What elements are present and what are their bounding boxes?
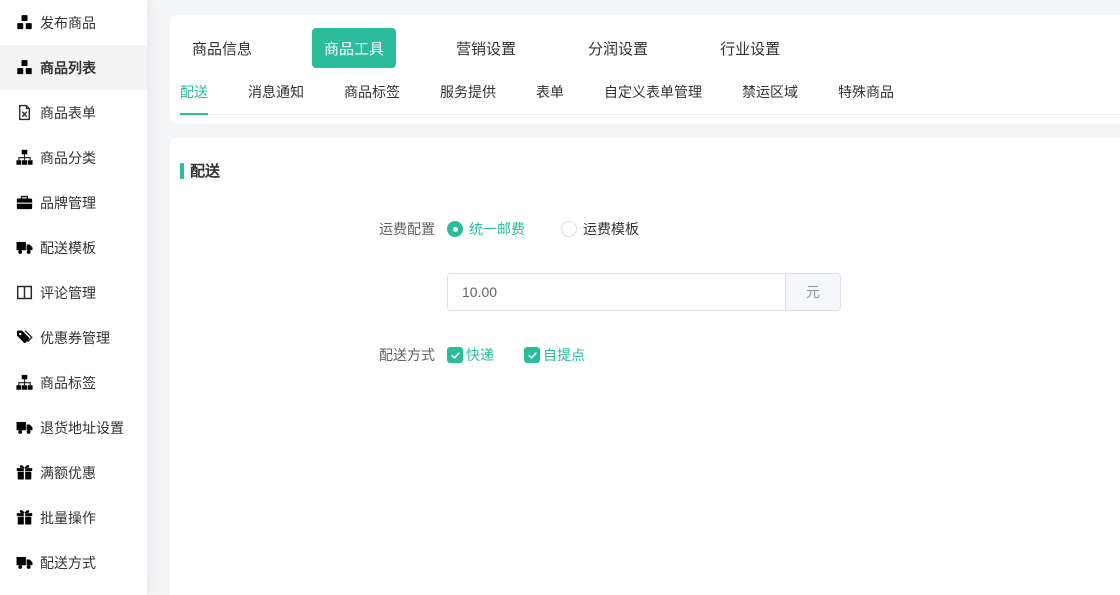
section-title: 配送 <box>180 160 1110 181</box>
tab-marketing-settings[interactable]: 营销设置 <box>444 28 528 68</box>
freight-config-label: 运费配置 <box>180 219 447 239</box>
sidebar-item-label: 评论管理 <box>40 283 96 303</box>
main-area: 商品信息 商品工具 营销设置 分润设置 行业设置 配送 消息通知 商品标签 服务… <box>148 0 1120 595</box>
subtab-special-goods[interactable]: 特殊商品 <box>838 76 894 115</box>
radio-freight-template[interactable]: 运费模板 <box>561 219 639 239</box>
sidebar-item-goods-form[interactable]: 商品表单 <box>0 90 147 135</box>
subtab-form[interactable]: 表单 <box>536 76 564 115</box>
freight-config-row: 运费配置 统一邮费 运费模板 <box>180 219 1110 239</box>
cubes-icon <box>16 14 33 31</box>
radio-label: 统一邮费 <box>469 219 525 239</box>
checkbox-express[interactable]: 快递 <box>447 345 494 365</box>
postage-input-group: 元 <box>447 273 841 311</box>
delivery-form: 运费配置 统一邮费 运费模板 元 <box>180 219 1110 365</box>
gift-icon <box>16 464 33 481</box>
sidebar: 发布商品 商品列表 商品表单 商品分类 品牌管理 配送模板 评论管理 优惠券管 <box>0 0 148 595</box>
sidebar-item-label: 满额优惠 <box>40 463 96 483</box>
sidebar-item-publish-goods[interactable]: 发布商品 <box>0 0 147 45</box>
truck-icon <box>16 554 33 571</box>
freight-config-options: 统一邮费 运费模板 <box>447 219 639 239</box>
tab-goods-info[interactable]: 商品信息 <box>180 28 264 68</box>
sidebar-item-label: 商品标签 <box>40 373 96 393</box>
truck-icon <box>16 419 33 436</box>
sidebar-item-label: 退货地址设置 <box>40 418 124 438</box>
subtab-custom-form-management[interactable]: 自定义表单管理 <box>604 76 702 115</box>
subtab-delivery[interactable]: 配送 <box>180 76 208 115</box>
radio-circle-icon <box>561 221 577 237</box>
checkmark-icon <box>447 347 463 363</box>
sidebar-item-label: 商品列表 <box>40 58 96 78</box>
content-panel: 配送 运费配置 统一邮费 运费模板 <box>170 138 1120 595</box>
sidebar-item-delivery-template[interactable]: 配送模板 <box>0 225 147 270</box>
postage-row: 元 <box>180 273 1110 311</box>
radio-label: 运费模板 <box>583 219 639 239</box>
sidebar-item-label: 优惠券管理 <box>40 328 110 348</box>
sidebar-item-label: 配送模板 <box>40 238 96 258</box>
subtab-message-notify[interactable]: 消息通知 <box>248 76 304 115</box>
sidebar-item-label: 发布商品 <box>40 13 96 33</box>
tab-profit-settings[interactable]: 分润设置 <box>576 28 660 68</box>
truck-icon <box>16 239 33 256</box>
radio-uniform-postage[interactable]: 统一邮费 <box>447 219 525 239</box>
checkbox-label: 快递 <box>466 345 494 365</box>
sidebar-item-comment-management[interactable]: 评论管理 <box>0 270 147 315</box>
sidebar-item-delivery-method[interactable]: 配送方式 <box>0 540 147 585</box>
cubes-icon <box>16 59 33 76</box>
sidebar-item-label: 配送方式 <box>40 553 96 573</box>
sidebar-item-label: 批量操作 <box>40 508 96 528</box>
sidebar-menu: 发布商品 商品列表 商品表单 商品分类 品牌管理 配送模板 评论管理 优惠券管 <box>0 0 147 585</box>
delivery-method-label: 配送方式 <box>180 345 447 365</box>
briefcase-icon <box>16 194 33 211</box>
sidebar-item-batch-operation[interactable]: 批量操作 <box>0 495 147 540</box>
delivery-method-options: 快递 自提点 <box>447 345 585 365</box>
delivery-method-row: 配送方式 快递 自提点 <box>180 345 1110 365</box>
postage-input[interactable] <box>448 274 785 310</box>
subtab-service-provide[interactable]: 服务提供 <box>440 76 496 115</box>
tab-goods-tools[interactable]: 商品工具 <box>312 28 396 68</box>
gift-icon <box>16 509 33 526</box>
sidebar-item-coupon-management[interactable]: 优惠券管理 <box>0 315 147 360</box>
tags-icon <box>16 329 33 346</box>
sidebar-item-label: 商品分类 <box>40 148 96 168</box>
tab-industry-settings[interactable]: 行业设置 <box>708 28 792 68</box>
section-title-text: 配送 <box>190 160 220 181</box>
sidebar-item-brand-management[interactable]: 品牌管理 <box>0 180 147 225</box>
checkbox-pickup-point[interactable]: 自提点 <box>524 345 585 365</box>
sidebar-item-goods-category[interactable]: 商品分类 <box>0 135 147 180</box>
checkmark-icon <box>524 347 540 363</box>
sidebar-item-return-address[interactable]: 退货地址设置 <box>0 405 147 450</box>
subtab-restricted-area[interactable]: 禁运区域 <box>742 76 798 115</box>
columns-icon <box>16 284 33 301</box>
sitemap-icon <box>16 149 33 166</box>
tabs-panel: 商品信息 商品工具 营销设置 分润设置 行业设置 配送 消息通知 商品标签 服务… <box>170 15 1120 124</box>
file-excel-icon <box>16 104 33 121</box>
sidebar-item-full-discount[interactable]: 满额优惠 <box>0 450 147 495</box>
sidebar-item-label: 品牌管理 <box>40 193 96 213</box>
sitemap-icon <box>16 374 33 391</box>
postage-unit-addon: 元 <box>785 274 840 310</box>
radio-circle-icon <box>447 221 463 237</box>
subtab-goods-tags[interactable]: 商品标签 <box>344 76 400 115</box>
sidebar-item-goods-list[interactable]: 商品列表 <box>0 45 147 90</box>
section-title-bar <box>180 163 184 179</box>
sub-tabs: 配送 消息通知 商品标签 服务提供 表单 自定义表单管理 禁运区域 特殊商品 <box>180 76 1120 115</box>
checkbox-label: 自提点 <box>543 345 585 365</box>
main-tabs: 商品信息 商品工具 营销设置 分润设置 行业设置 <box>180 28 1120 68</box>
sidebar-item-goods-tags[interactable]: 商品标签 <box>0 360 147 405</box>
sidebar-item-label: 商品表单 <box>40 103 96 123</box>
